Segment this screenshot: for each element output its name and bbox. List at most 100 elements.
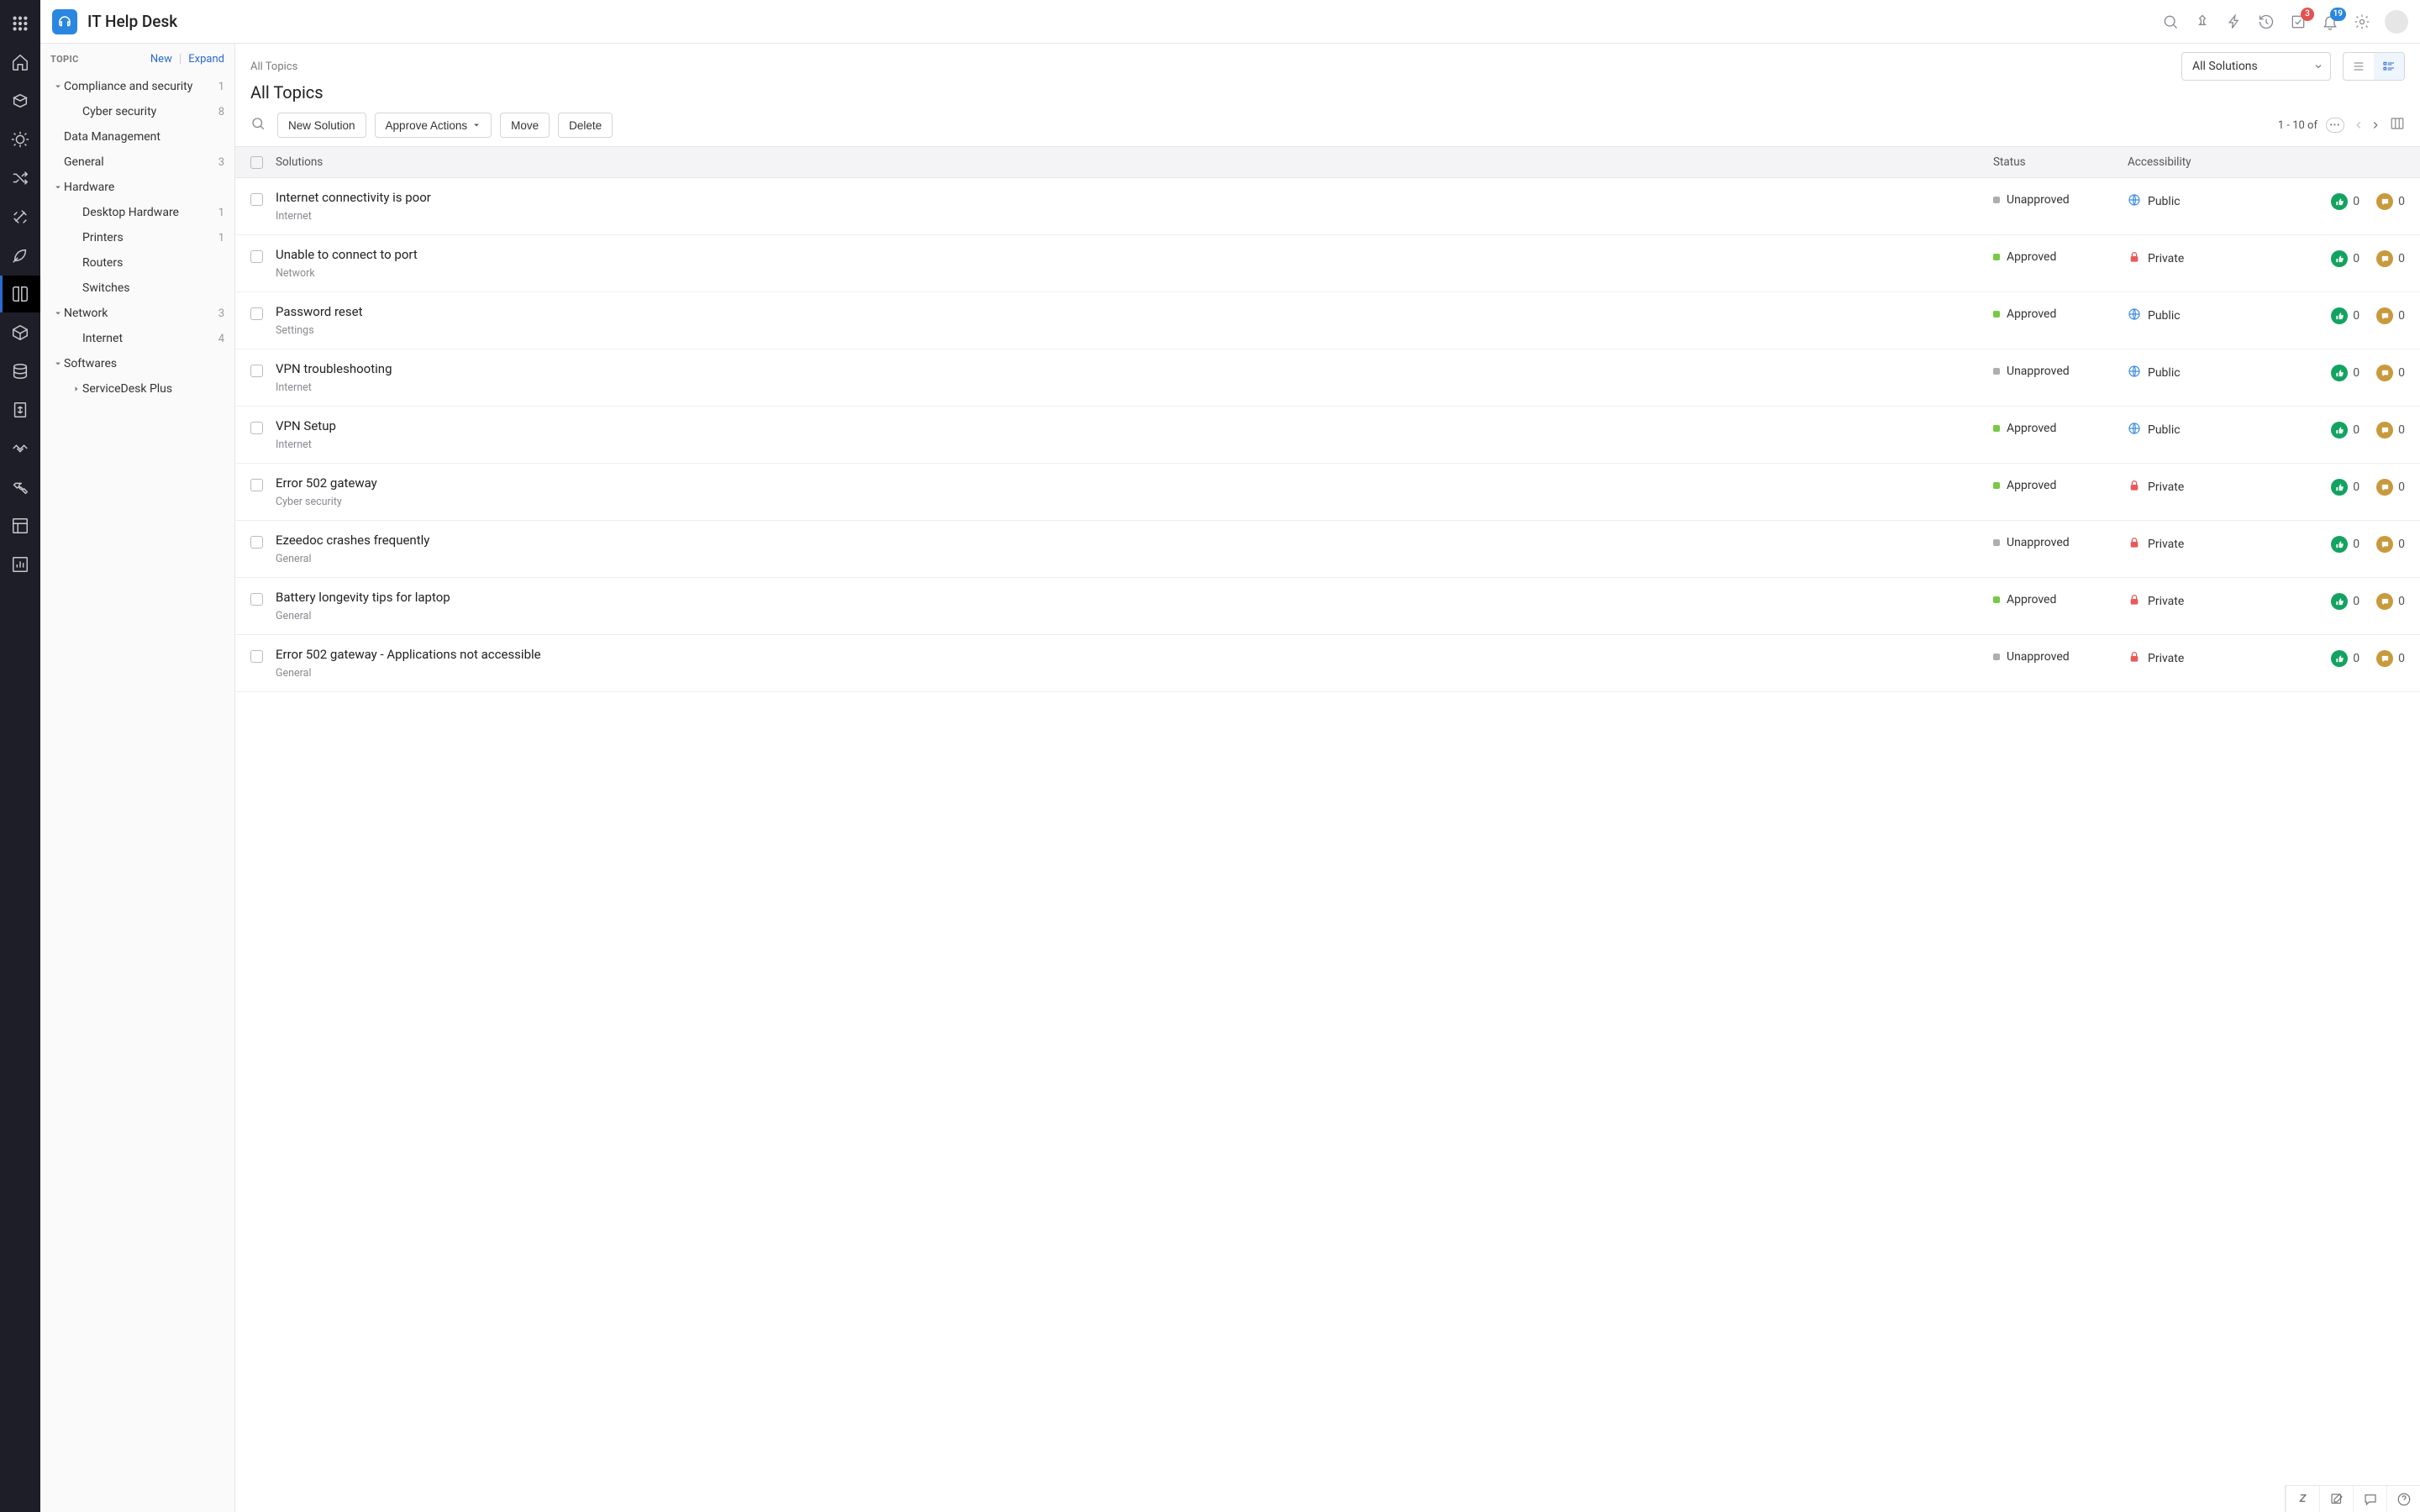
breadcrumb[interactable]: All Topics [250, 60, 297, 73]
approve-actions-button[interactable]: Approve Actions [375, 113, 492, 138]
table-row[interactable]: VPN troubleshootingInternetUnapprovedPub… [235, 349, 2420, 407]
row-checkbox[interactable] [250, 365, 263, 377]
history-icon[interactable] [2257, 13, 2275, 31]
comment-icon [2376, 422, 2393, 438]
handshake-icon[interactable] [0, 430, 40, 467]
filter-selected-label: All Solutions [2192, 60, 2258, 73]
row-category: General [276, 553, 1993, 565]
column-solutions[interactable]: Solutions [276, 155, 1993, 169]
approvals-icon[interactable]: 3 [2289, 13, 2307, 31]
table-row[interactable]: Unable to connect to portNetworkApproved… [235, 235, 2420, 292]
wrench-icon[interactable] [0, 469, 40, 506]
filter-select[interactable]: All Solutions [2181, 52, 2331, 81]
row-checkbox[interactable] [250, 593, 263, 606]
tree-item[interactable]: Cyber security8 [40, 99, 234, 124]
pager-total-icon[interactable]: ••• [2326, 118, 2344, 133]
lock-icon [2128, 650, 2141, 667]
table-search-icon[interactable] [250, 116, 269, 134]
layout-icon[interactable] [0, 507, 40, 544]
column-config-icon[interactable] [2390, 116, 2405, 134]
settings-icon[interactable] [2353, 13, 2371, 31]
status-dot [1993, 654, 2000, 660]
database-icon[interactable] [0, 353, 40, 390]
move-button[interactable]: Move [500, 113, 550, 138]
tree-item-label: Desktop Hardware [82, 206, 218, 219]
comment-icon [2376, 650, 2393, 667]
view-detail-button[interactable] [2374, 53, 2404, 80]
row-likes: 0 [2331, 536, 2360, 553]
tree-item[interactable]: ServiceDesk Plus [40, 376, 234, 402]
like-icon [2331, 650, 2348, 667]
user-avatar[interactable] [2385, 10, 2408, 34]
row-category: General [276, 610, 1993, 622]
row-title: Unable to connect to port [276, 247, 1993, 262]
tree-item[interactable]: General3 [40, 150, 234, 175]
chart-icon[interactable] [0, 546, 40, 583]
bug-icon[interactable] [0, 121, 40, 158]
tree-item[interactable]: Printers1 [40, 225, 234, 250]
row-checkbox[interactable] [250, 422, 263, 434]
pin-icon[interactable] [2193, 13, 2212, 31]
book-icon[interactable] [0, 276, 40, 312]
home-icon[interactable] [0, 44, 40, 81]
row-access: Private [2128, 536, 2304, 553]
tree-item[interactable]: Softwares [40, 351, 234, 376]
rocket-icon[interactable] [0, 237, 40, 274]
table-row[interactable]: Error 502 gateway - Applications not acc… [235, 635, 2420, 692]
lock-icon [2128, 536, 2141, 553]
bolt-icon[interactable] [2225, 13, 2244, 31]
tree-item-label: Data Management [64, 130, 224, 144]
sidebar-new-link[interactable]: New [150, 53, 172, 66]
shuffle-icon[interactable] [0, 160, 40, 197]
sidebar-expand-link[interactable]: Expand [188, 53, 224, 66]
globe-icon [2128, 365, 2141, 381]
table-row[interactable]: Battery longevity tips for laptopGeneral… [235, 578, 2420, 635]
ticket-icon[interactable] [0, 82, 40, 119]
tools-icon[interactable] [0, 198, 40, 235]
row-checkbox[interactable] [250, 479, 263, 491]
notifications-icon[interactable]: 19 [2321, 13, 2339, 31]
row-status: Unapproved [1993, 536, 2128, 549]
tree-item[interactable]: Desktop Hardware1 [40, 200, 234, 225]
row-comments: 0 [2376, 422, 2405, 438]
tree-item[interactable]: Switches [40, 276, 234, 301]
table-row[interactable]: Internet connectivity is poorInternetUna… [235, 178, 2420, 235]
row-checkbox[interactable] [250, 650, 263, 663]
table-row[interactable]: VPN SetupInternetApprovedPublic00 [235, 407, 2420, 464]
row-checkbox[interactable] [250, 250, 263, 263]
compose-icon[interactable] [2319, 1486, 2353, 1512]
tree-item[interactable]: Compliance and security1 [40, 74, 234, 99]
tree-item[interactable]: Hardware [40, 175, 234, 200]
tree-item-count: 8 [218, 106, 224, 118]
row-checkbox[interactable] [250, 193, 263, 206]
row-comments: 0 [2376, 365, 2405, 381]
column-accessibility[interactable]: Accessibility [2128, 155, 2304, 169]
tree-item-label: Hardware [64, 181, 224, 194]
pager-next-icon[interactable] [2370, 119, 2381, 131]
row-title: VPN Setup [276, 418, 1993, 433]
apps-icon[interactable] [0, 5, 40, 42]
select-all-checkbox[interactable] [250, 156, 263, 169]
delete-button[interactable]: Delete [558, 113, 613, 138]
new-solution-button[interactable]: New Solution [277, 113, 366, 138]
tree-item[interactable]: Data Management [40, 124, 234, 150]
box-icon[interactable] [0, 314, 40, 351]
tree-item[interactable]: Network3 [40, 301, 234, 326]
pager-prev-icon[interactable] [2353, 119, 2365, 131]
table-row[interactable]: Password resetSettingsApprovedPublic00 [235, 292, 2420, 349]
help-icon[interactable] [2386, 1486, 2420, 1512]
row-checkbox[interactable] [250, 536, 263, 549]
view-list-button[interactable] [2344, 53, 2374, 80]
table-row[interactable]: Ezeedoc crashes frequentlyGeneralUnappro… [235, 521, 2420, 578]
tree-item[interactable]: Routers [40, 250, 234, 276]
row-status: Approved [1993, 593, 2128, 606]
row-comments: 0 [2376, 479, 2405, 496]
tree-item[interactable]: Internet4 [40, 326, 234, 351]
zia-icon[interactable]: Z [2286, 1486, 2319, 1512]
table-row[interactable]: Error 502 gatewayCyber securityApprovedP… [235, 464, 2420, 521]
column-status[interactable]: Status [1993, 155, 2128, 169]
invoice-icon[interactable] [0, 391, 40, 428]
chat-icon[interactable] [2353, 1486, 2386, 1512]
row-checkbox[interactable] [250, 307, 263, 320]
search-icon[interactable] [2161, 13, 2180, 31]
